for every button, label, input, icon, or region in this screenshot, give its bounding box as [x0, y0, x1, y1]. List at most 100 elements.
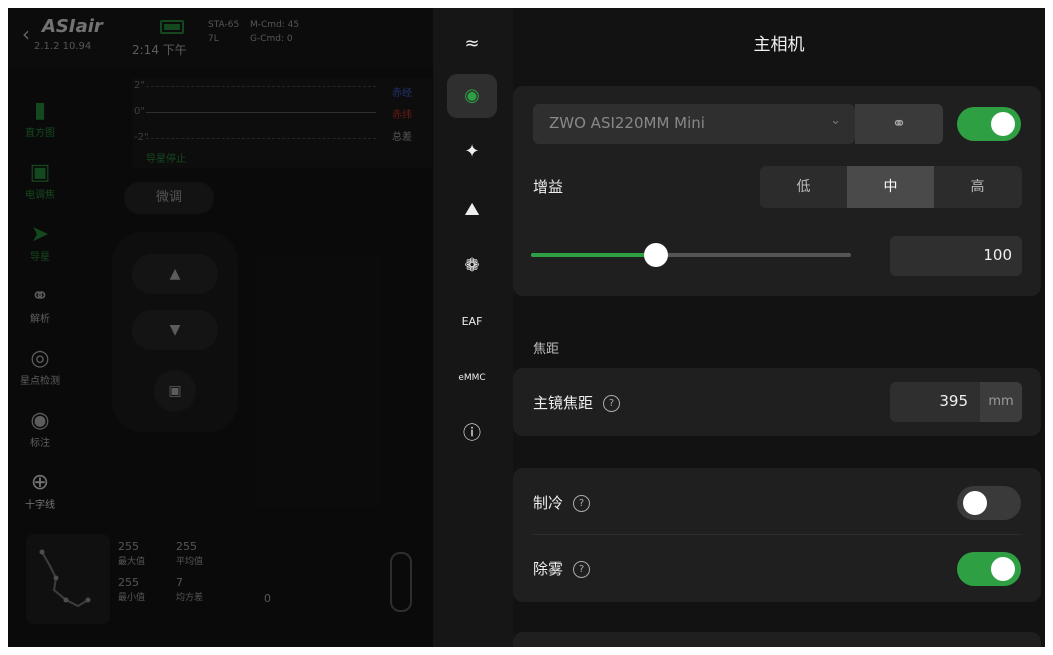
- legend-total: 总差: [392, 132, 412, 143]
- sidebar-item-histogram[interactable]: ▮ 直方图: [8, 98, 72, 139]
- app-logo: ASIair: [42, 16, 103, 37]
- stat-zero: 0: [264, 592, 271, 605]
- direction-pad: ▲ ▼ ▣: [112, 232, 238, 432]
- focal-label: 主镜焦距?: [533, 392, 621, 413]
- main-camera-icon[interactable]: ◉: [447, 74, 497, 118]
- gain-slider-thumb[interactable]: [643, 243, 668, 267]
- cooling-label: 制冷?: [533, 492, 591, 513]
- down-arrow-button[interactable]: ▼: [132, 310, 218, 350]
- guide-icon: ➤: [30, 222, 50, 247]
- legend-dec: 赤纬: [392, 110, 412, 121]
- gain-label: 增益: [533, 178, 564, 196]
- gain-option-mid[interactable]: 中: [847, 166, 934, 208]
- gain-option-high[interactable]: 高: [934, 166, 1021, 208]
- guide-status: 导星停止: [146, 154, 186, 165]
- mount-icon[interactable]: ⛰: [447, 188, 497, 232]
- stat-max-label: 最大值: [118, 557, 146, 567]
- sidebar-item-label: 导星: [30, 252, 50, 263]
- focal-value: 395: [939, 392, 968, 410]
- focal-section-label: 焦距: [533, 342, 560, 357]
- sidebar-item-solve[interactable]: ⚭ 解析: [8, 284, 72, 325]
- star-detect-icon: ◎: [30, 346, 50, 371]
- dew-heater-toggle[interactable]: [957, 552, 1021, 586]
- camera-card: ZWO ASI220MM Mini ⌄ ⚭ 增益 低 中 高 100: [513, 86, 1041, 296]
- next-card: [513, 632, 1041, 647]
- main-app: ‹ ASIair 2.1.2 10.94 2:14 下午 STA-65 M-Cm…: [8, 8, 433, 647]
- settings-icon-column: ≈ ◉ ✦ ⛰ ❁ EAF eMMC ⓘ: [433, 8, 513, 647]
- gain-value-field[interactable]: 100: [890, 236, 1022, 276]
- page-title: 主相机: [753, 35, 805, 55]
- graph-zeroline: [146, 112, 376, 113]
- status-7l: 7L: [208, 34, 219, 44]
- auto-focus-icon[interactable]: ▣: [154, 370, 196, 412]
- clock-time: 2:14 下午: [132, 43, 187, 57]
- chevron-down-icon: ⌄: [830, 113, 841, 128]
- dew-label: 除雾?: [533, 558, 591, 579]
- stat-min-value: 255: [118, 576, 139, 589]
- annotate-icon: ◉: [30, 408, 50, 433]
- disconnect-link-icon[interactable]: ⚭: [855, 104, 943, 144]
- histogram-icon: ▮: [33, 98, 47, 123]
- graph-y-top: 2": [134, 80, 145, 91]
- stat-std-label: 均方差: [176, 593, 204, 603]
- info-icon[interactable]: ⓘ: [447, 412, 497, 456]
- stat-mean-value: 255: [176, 540, 197, 553]
- eaf-icon[interactable]: EAF: [447, 300, 497, 344]
- help-icon[interactable]: ?: [603, 395, 621, 412]
- camera-select[interactable]: ZWO ASI220MM Mini ⌄: [533, 104, 855, 144]
- sidebar-item-label: 标注: [30, 438, 50, 449]
- wifi-icon[interactable]: ≈: [447, 22, 497, 66]
- emmc-icon[interactable]: eMMC: [447, 356, 497, 400]
- guide-camera-icon[interactable]: ✦: [447, 130, 497, 174]
- stat-std-value: 7: [176, 576, 183, 589]
- graph-y-mid: 0": [134, 106, 145, 117]
- stretch-handle[interactable]: [390, 552, 412, 612]
- graph-gridline: [146, 86, 376, 87]
- sidebar-item-focus[interactable]: ▣ 电调焦: [8, 160, 72, 201]
- help-icon[interactable]: ?: [573, 561, 591, 578]
- guide-graph: 2" 0" -2" 赤经 赤纬 总差 导星停止: [132, 78, 432, 168]
- gain-option-low[interactable]: 低: [760, 166, 847, 208]
- focal-unit: mm: [980, 382, 1022, 422]
- sidebar-item-label: 十字线: [25, 500, 55, 511]
- sidebar-item-label: 电调焦: [25, 190, 55, 201]
- stat-mean-label: 平均值: [176, 557, 204, 567]
- back-icon[interactable]: ‹: [22, 22, 30, 46]
- cooling-toggle[interactable]: [957, 486, 1021, 520]
- camera-select-value: ZWO ASI220MM Mini: [549, 114, 705, 132]
- status-mcmd: M-Cmd: 45: [250, 20, 300, 30]
- sidebar-item-label: 解析: [30, 314, 50, 325]
- screen: ‹ ASIair 2.1.2 10.94 2:14 下午 STA-65 M-Cm…: [8, 8, 1045, 647]
- version-text: 2.1.2 10.94: [34, 41, 92, 52]
- sidebar-item-label: 星点检测: [20, 376, 60, 387]
- top-bar: ‹ ASIair 2.1.2 10.94 2:14 下午 STA-65 M-Cm…: [8, 8, 433, 68]
- globe-icon: ⚭: [30, 284, 50, 309]
- settings-panel: 主相机 ZWO ASI220MM Mini ⌄ ⚭ 增益 低 中 高 100 焦…: [513, 8, 1045, 647]
- gain-slider-fill: [531, 253, 656, 257]
- sidebar-item-annotate[interactable]: ◉ 标注: [8, 408, 72, 449]
- camera-toggle[interactable]: [957, 107, 1021, 141]
- divider: [533, 534, 1021, 535]
- star-thumbnail[interactable]: [26, 534, 110, 624]
- crosshair-icon: ⊕: [30, 470, 50, 495]
- help-icon[interactable]: ?: [573, 495, 591, 512]
- battery-icon: [160, 20, 184, 34]
- status-sta: STA-65: [208, 20, 240, 30]
- focal-value-field[interactable]: 395 mm: [890, 382, 1022, 422]
- sidebar-item-crosshair[interactable]: ⊕ 十字线: [8, 470, 72, 511]
- status-gcmd: G-Cmd: 0: [250, 34, 293, 44]
- fine-tune-button[interactable]: 微调: [124, 182, 214, 214]
- cooling-card: 制冷? 除雾?: [513, 468, 1041, 602]
- sidebar-item-star-detect[interactable]: ◎ 星点检测: [8, 346, 72, 387]
- gain-slider[interactable]: [531, 243, 851, 267]
- sidebar-item-label: 直方图: [25, 128, 55, 139]
- up-arrow-button[interactable]: ▲: [132, 254, 218, 294]
- stat-min-label: 最小值: [118, 593, 146, 603]
- sidebar-item-guide[interactable]: ➤ 导星: [8, 222, 72, 263]
- gain-segmented-control: 低 中 高: [760, 166, 1022, 208]
- graph-gridline: [146, 138, 376, 139]
- focus-icon: ▣: [29, 160, 51, 185]
- legend-ra: 赤经: [392, 88, 412, 99]
- efw-icon[interactable]: ❁: [447, 244, 497, 288]
- focal-card: 主镜焦距? 395 mm: [513, 368, 1041, 436]
